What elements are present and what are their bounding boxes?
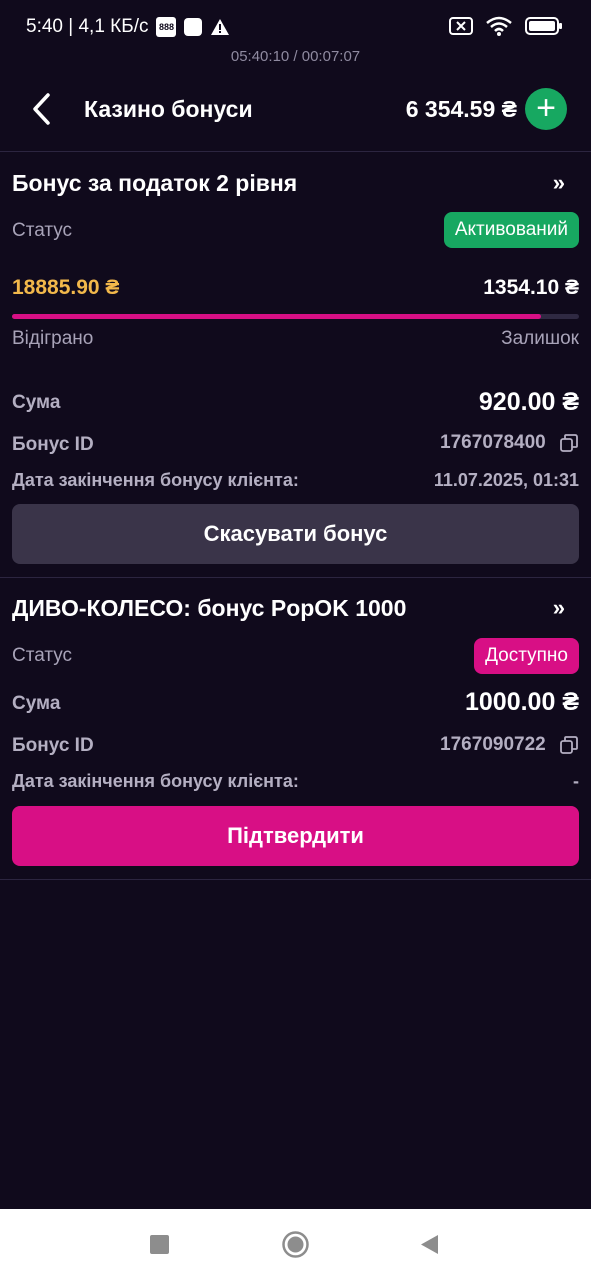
sim-off-icon <box>449 17 473 35</box>
status-label: Статус <box>12 220 73 241</box>
session-timer: 05:40:10 / 00:07:07 <box>230 48 361 65</box>
double-chevron-right-icon[interactable]: » <box>553 170 565 196</box>
bonus-id-label: Бонус ID <box>12 434 94 455</box>
double-chevron-right-icon[interactable]: » <box>553 595 565 621</box>
confirm-button[interactable]: Підтвердити <box>12 806 579 866</box>
recent-apps-square-icon[interactable] <box>150 1235 169 1254</box>
bonus-id-label: Бонус ID <box>12 735 94 756</box>
bonus-id-value: 1767090722 <box>440 734 546 755</box>
app-notification-icon: 888 <box>156 17 177 37</box>
back-triangle-icon[interactable] <box>420 1234 439 1255</box>
expiry-value: 11.07.2025, 01:31 <box>433 470 579 490</box>
copy-icon[interactable] <box>559 735 579 755</box>
page-title: Казино бонуси <box>84 96 253 122</box>
system-navigation-bar <box>0 1209 591 1280</box>
page-header: Казино бонуси 6 354.59 ₴ + <box>0 80 591 140</box>
status-badge: Активований <box>443 212 579 248</box>
sum-value: 1000.00 ₴ <box>465 688 579 716</box>
wager-progress-fill <box>12 314 541 319</box>
notification-square-icon <box>184 18 203 36</box>
copy-icon[interactable] <box>559 433 579 453</box>
bonus-id-value: 1767078400 <box>440 432 546 453</box>
bonus-id-row: 1767090722 <box>440 734 579 756</box>
sum-value: 920.00 ₴ <box>478 388 579 416</box>
status-badge: Доступно <box>474 638 579 674</box>
bonus-id-row: 1767078400 <box>440 432 579 454</box>
expiry-label: Дата закінчення бонусу клієнта: <box>12 771 299 791</box>
wifi-icon <box>486 16 512 36</box>
wagered-label: Відіграно <box>12 328 94 349</box>
bonus-title: Бонус за податок 2 рівня <box>12 170 298 196</box>
expiry-value: - <box>573 771 579 791</box>
divider <box>0 577 591 578</box>
cancel-bonus-button[interactable]: Скасувати бонус <box>12 504 579 564</box>
remaining-label: Залишок <box>501 328 579 349</box>
divider <box>0 879 591 880</box>
sum-label: Сума <box>12 693 61 714</box>
back-chevron-left-icon[interactable] <box>28 92 56 126</box>
wagered-amount: 18885.90 ₴ <box>12 276 120 299</box>
balance-amount: 6 354.59 ₴ <box>405 96 517 122</box>
bonus-title: ДИВО-КОЛЕСО: бонус PopOK 1000 <box>12 595 407 621</box>
battery-icon <box>525 17 562 35</box>
add-funds-button[interactable]: + <box>525 88 567 130</box>
status-bar: 5:40 | 4,1 КБ/с 888 05:40:10 / 00:07:07 <box>0 0 591 65</box>
divider <box>0 151 591 152</box>
warning-icon <box>211 19 230 35</box>
status-label: Статус <box>12 645 73 666</box>
expiry-label: Дата закінчення бонусу клієнта: <box>12 470 299 490</box>
sum-label: Сума <box>12 392 61 413</box>
home-circle-icon[interactable] <box>282 1231 309 1258</box>
remaining-amount: 1354.10 ₴ <box>483 276 579 299</box>
status-time: 5:40 | 4,1 КБ/с <box>26 16 149 37</box>
wager-progress-bar <box>12 314 579 319</box>
